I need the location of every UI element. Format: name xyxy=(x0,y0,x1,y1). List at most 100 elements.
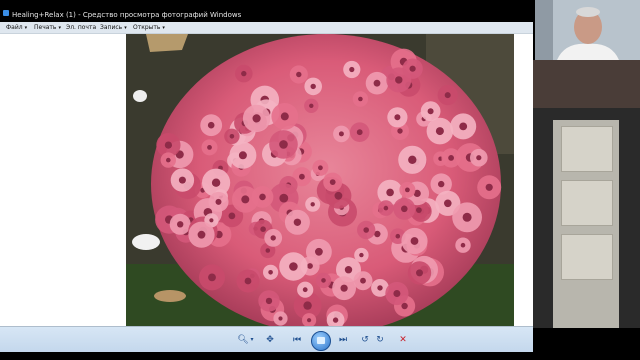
flower-center xyxy=(427,108,434,115)
flower-center xyxy=(338,131,344,137)
flower-center xyxy=(397,128,403,134)
flower-center xyxy=(405,187,410,193)
background-card xyxy=(561,126,613,172)
background-card xyxy=(561,234,613,280)
flower-center xyxy=(265,248,271,253)
flower-center xyxy=(386,188,394,197)
viewer-toolbar: 🔍︎ ▾ ✥ ⏮ ⏭ ↺ ↻ ✕ xyxy=(0,326,533,353)
flower-center xyxy=(448,155,454,161)
flower-center xyxy=(279,193,289,203)
flower-center xyxy=(444,199,452,208)
menu-burn[interactable]: Запись ▾ xyxy=(100,23,127,33)
flower-center xyxy=(265,297,273,305)
flower-center xyxy=(278,316,283,321)
menu-open[interactable]: Открыть ▾ xyxy=(133,23,165,33)
next-icon[interactable]: ⏭ xyxy=(335,333,351,347)
flower-center xyxy=(394,114,401,121)
flower-center xyxy=(252,114,261,123)
menu-file[interactable]: Файл ▾ xyxy=(6,23,27,33)
flower-center xyxy=(208,273,216,282)
flower-center xyxy=(438,180,445,188)
flower-center xyxy=(332,317,339,323)
flower-center xyxy=(485,183,493,191)
flower-center xyxy=(207,121,215,129)
flower-center xyxy=(476,155,482,161)
flower-center xyxy=(435,127,444,136)
flower-center xyxy=(166,157,171,163)
flower-center xyxy=(395,233,401,239)
flower-center xyxy=(444,92,451,99)
photo-viewer-app-icon xyxy=(3,10,9,16)
background-card xyxy=(561,180,613,226)
chevron-down-icon: ▾ xyxy=(58,25,61,31)
flower-center xyxy=(310,202,315,207)
flower-center xyxy=(462,212,472,222)
image-viewport[interactable] xyxy=(0,34,533,326)
flower-center xyxy=(241,70,247,77)
flower-center xyxy=(377,285,383,291)
flower-center xyxy=(393,290,401,297)
flower-center xyxy=(356,129,363,136)
actual-size-icon[interactable]: ✥ xyxy=(263,333,277,347)
flower-center xyxy=(197,230,206,239)
zoom-icon[interactable]: 🔍︎ xyxy=(236,333,250,347)
flower-center xyxy=(310,83,316,90)
chrysanthemum-photo-image xyxy=(126,34,514,326)
delete-icon[interactable]: ✕ xyxy=(396,333,410,347)
flower-center xyxy=(244,277,252,285)
flower-center xyxy=(340,284,348,292)
flower-center xyxy=(211,178,221,187)
chevron-down-icon[interactable]: ▾ xyxy=(249,333,255,347)
flower-center xyxy=(408,155,417,164)
flower-center xyxy=(416,207,422,214)
background-cards xyxy=(553,120,619,328)
flower-center xyxy=(409,65,416,72)
flower-center xyxy=(293,218,302,226)
flower-center xyxy=(329,179,336,186)
flower-center xyxy=(268,270,273,275)
flower-center xyxy=(164,141,172,149)
flower-center xyxy=(307,263,313,269)
flower-center xyxy=(318,165,323,171)
menu-print[interactable]: Печать ▾ xyxy=(34,23,61,33)
bottom-black-bar xyxy=(0,352,640,360)
menu-email[interactable]: Эл. почта xyxy=(66,23,96,32)
slideshow-button[interactable] xyxy=(311,331,331,351)
flower-center xyxy=(460,242,466,248)
flower-center xyxy=(358,96,363,102)
flower-center xyxy=(215,198,222,205)
slideshow-icon xyxy=(317,337,325,344)
flower-center xyxy=(401,205,408,213)
menu-file-label: Файл xyxy=(6,24,23,31)
flower-center xyxy=(238,151,247,160)
flower-center xyxy=(334,191,343,200)
flower-center xyxy=(363,227,369,233)
flower-center xyxy=(229,134,235,139)
background-strip xyxy=(533,60,640,108)
menu-bar: Файл ▾ Печать ▾ Эл. почта Запись ▾ Открыть ▾ xyxy=(0,22,533,34)
flower-center xyxy=(280,112,289,121)
flower-center xyxy=(307,318,312,323)
presenter-video xyxy=(535,0,640,60)
flower-center xyxy=(296,71,302,78)
flower-center xyxy=(416,269,423,277)
flower-center xyxy=(302,287,308,293)
flower-center xyxy=(228,212,236,220)
flower-center xyxy=(303,301,312,310)
previous-icon[interactable]: ⏮ xyxy=(289,333,305,347)
menu-print-label: Печать xyxy=(34,24,57,31)
flower-center xyxy=(260,226,266,232)
flower-center xyxy=(207,145,212,150)
menu-burn-label: Запись xyxy=(100,24,123,31)
flower-center xyxy=(360,277,366,284)
flower-center xyxy=(270,235,276,241)
rotate-cw-icon[interactable]: ↻ xyxy=(373,333,387,347)
background-window-panel xyxy=(533,60,640,328)
flower-center xyxy=(321,278,326,283)
rotate-ccw-icon[interactable]: ↺ xyxy=(358,333,372,347)
flower-center xyxy=(299,173,305,180)
flower-center xyxy=(241,195,250,204)
chevron-down-icon: ▾ xyxy=(24,25,28,31)
menu-email-label: Эл. почта xyxy=(66,24,97,31)
flower-center xyxy=(309,103,314,109)
